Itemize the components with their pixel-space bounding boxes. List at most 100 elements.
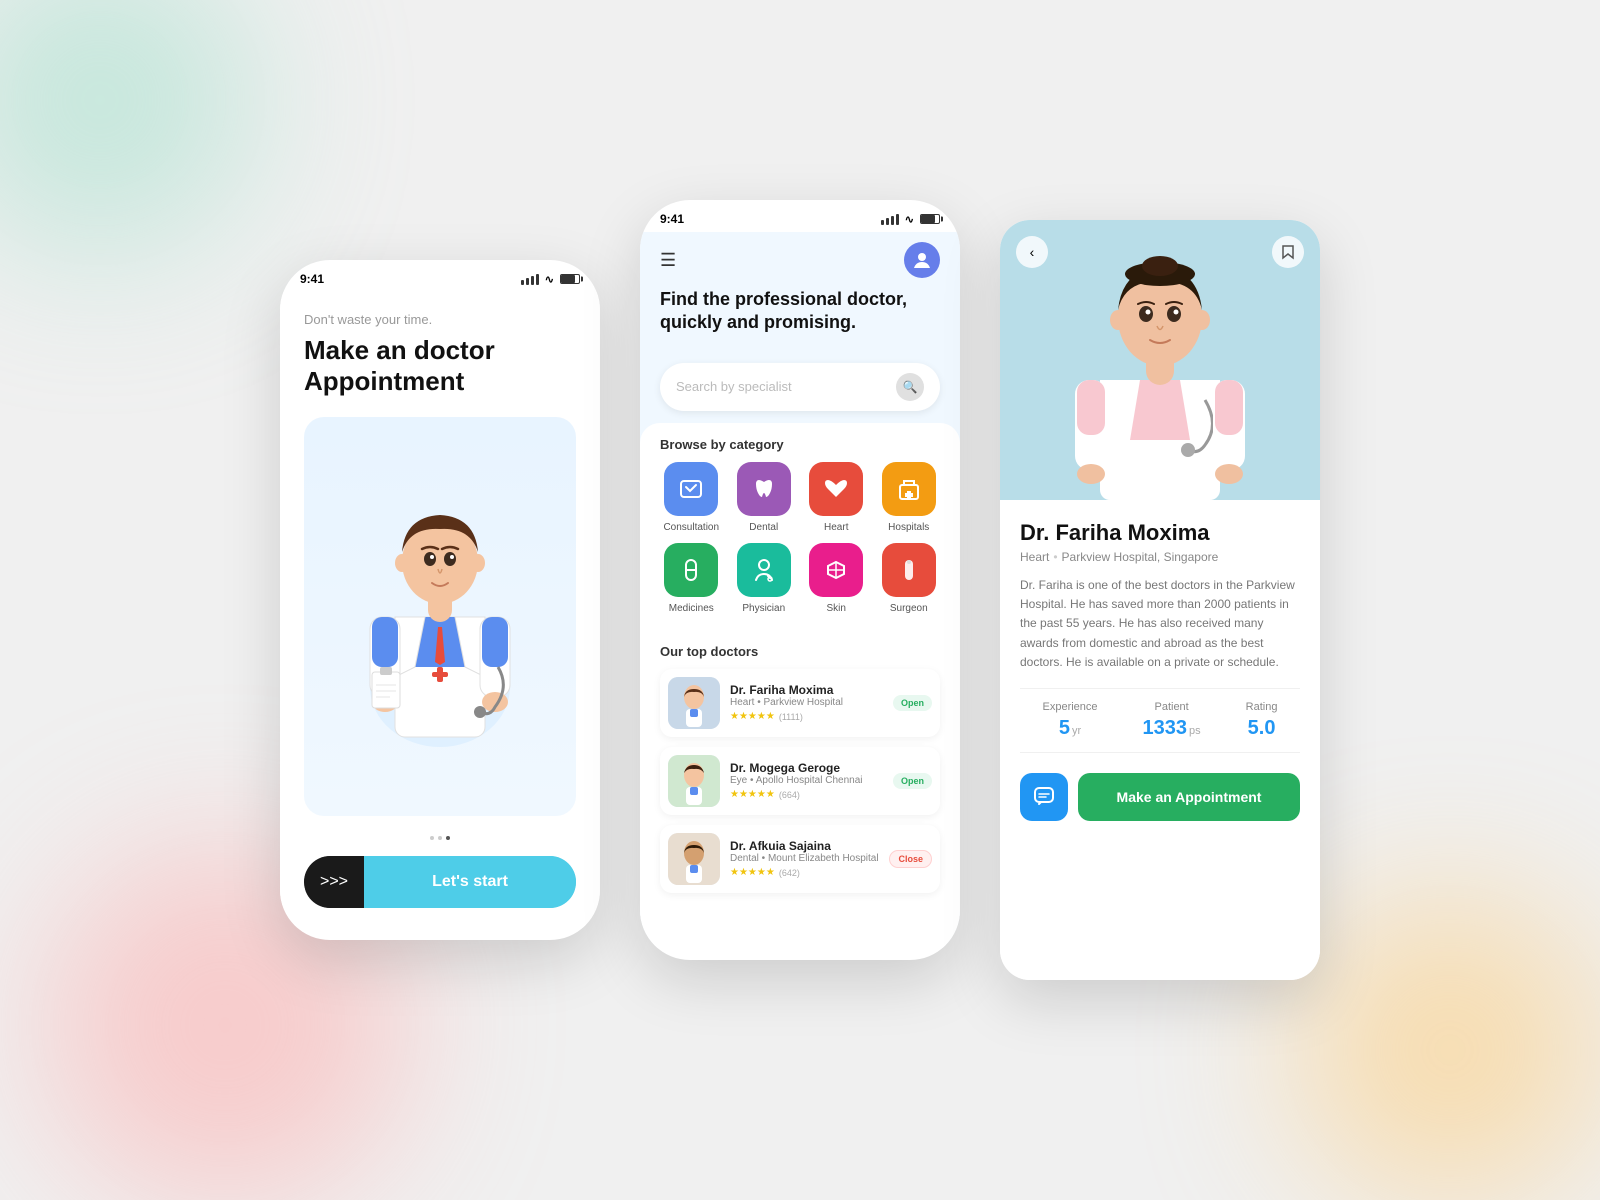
bookmark-icon [1281,244,1295,260]
heart-label: Heart [824,522,848,533]
stats-row: Experience 5 yr Patient 1333 ps [1020,688,1300,753]
doctors-list: Dr. Fariha Moxima Heart • Parkview Hospi… [660,669,940,909]
dr-hospital: Parkview Hospital, Singapore [1062,550,1219,564]
category-physician[interactable]: Physician [733,543,796,614]
skin-label: Skin [827,603,846,614]
category-skin[interactable]: Skin [805,543,868,614]
category-hospitals[interactable]: Hospitals [878,462,941,533]
skin-icon-box [809,543,863,597]
stat-label-experience: Experience [1043,701,1098,713]
doctor-spec-3: Dental • Mount Elizabeth Hospital [730,853,879,864]
stat-value-patient: 1333 ps [1143,717,1201,740]
doctor-avatar-1 [668,677,720,729]
doctor-card-2[interactable]: Dr. Mogega Geroge Eye • Apollo Hospital … [660,747,940,815]
doctor-svg [350,487,530,747]
category-dental[interactable]: Dental [733,462,796,533]
medicines-label: Medicines [669,603,714,614]
doctor-name-1: Dr. Fariha Moxima [730,683,883,697]
screen1-title: Make an doctor Appointment [304,335,576,397]
stat-value-experience: 5 yr [1059,717,1081,740]
consultation-icon-box [664,462,718,516]
dr-specialty: Heart [1020,550,1049,564]
doctor-spec-1: Heart • Parkview Hospital [730,697,883,708]
battery-fill-2 [921,215,935,223]
doctor-info-3: Dr. Afkuia Sajaina Dental • Mount Elizab… [730,839,879,878]
rating-value: 5.0 [1248,717,1276,740]
make-appointment-button[interactable]: Make an Appointment [1078,773,1300,821]
surgeon-icon [895,556,923,584]
dot-2 [438,836,442,840]
user-avatar[interactable] [904,242,940,278]
dental-icon-box [737,462,791,516]
btn-arrow-icon: >>> [304,856,364,908]
stat-experience: Experience 5 yr [1043,701,1098,740]
doctor-card-3[interactable]: Dr. Afkuia Sajaina Dental • Mount Elizab… [660,825,940,893]
back-icon: ‹ [1030,244,1035,260]
chat-button[interactable] [1020,773,1068,821]
stat-label-patient: Patient [1154,701,1188,713]
dot-1 [430,836,434,840]
stat-rating: Rating 5.0 [1246,701,1278,740]
category-heart[interactable]: Heart [805,462,868,533]
signal-bar-3 [531,276,534,285]
doctor-info-2: Dr. Mogega Geroge Eye • Apollo Hospital … [730,761,883,800]
screen3-content: ‹ [1000,220,1320,980]
doctor-rating-2: ★★★★★ (664) [730,789,883,800]
category-surgeon[interactable]: Surgeon [878,543,941,614]
dots-indicator [304,836,576,840]
doctor-name-3: Dr. Afkuia Sajaina [730,839,879,853]
phone-screen-3: ‹ [1000,220,1320,980]
dental-icon [750,475,778,503]
wifi-icon-1: ∿ [545,273,554,286]
time-2: 9:41 [660,212,684,226]
lets-start-button[interactable]: >>> Let's start [304,856,576,908]
battery-icon-1 [560,274,580,284]
exp-value: 5 [1059,717,1070,740]
rating-count-3: (642) [779,868,800,878]
btn-text: Let's start [364,856,576,908]
photo-nav: ‹ [1000,220,1320,284]
phone-screen-2: 9:41 ∿ ☰ [640,200,960,960]
doctor-spec-2: Eye • Apollo Hospital Chennai [730,775,883,786]
screen1-content: Don't waste your time. Make an doctor Ap… [280,292,600,928]
doctor-avatar-svg-2 [668,755,720,807]
hamburger-menu[interactable]: ☰ [660,250,676,271]
dot-separator: • [1053,550,1057,564]
doctor-avatar-svg-3 [668,833,720,885]
hospitals-icon [895,475,923,503]
doctor-rating-3: ★★★★★ (642) [730,867,879,878]
dr-bio: Dr. Fariha is one of the best doctors in… [1020,576,1300,672]
status-bar-2: 9:41 ∿ [640,200,960,232]
search-bar[interactable]: Search by specialist 🔍 [660,363,940,411]
rating-count-2: (664) [779,790,800,800]
dot-3 [446,836,450,840]
chat-icon [1033,786,1055,808]
medicines-icon-box [664,543,718,597]
category-grid: Consultation Dental [660,462,940,614]
stat-value-rating: 5.0 [1248,717,1276,740]
back-button[interactable]: ‹ [1016,236,1048,268]
time-1: 9:41 [300,272,324,286]
hospitals-icon-box [882,462,936,516]
s-bar-3 [891,216,894,225]
bookmark-button[interactable] [1272,236,1304,268]
status-icons-1: ∿ [521,273,580,286]
category-medicines[interactable]: Medicines [660,543,723,614]
doctor-rating-1: ★★★★★ (1111) [730,711,883,722]
stars-1: ★★★★★ [730,711,775,722]
status-bar-1: 9:41 ∿ [280,260,600,292]
action-row: Make an Appointment [1020,773,1300,821]
skin-icon [822,556,850,584]
medicines-icon [677,556,705,584]
status-icons-2: ∿ [881,213,940,226]
screens-container: 9:41 ∿ Don't waste your time. Make an do… [0,0,1600,1200]
doctor-avatar-3 [668,833,720,885]
doctor-card-1[interactable]: Dr. Fariha Moxima Heart • Parkview Hospi… [660,669,940,737]
s-bar-2 [886,218,889,225]
consultation-icon [677,475,705,503]
screen2-hero: Find the professional doctor, quickly an… [640,288,960,351]
category-consultation[interactable]: Consultation [660,462,723,533]
signal-bar-4 [536,274,539,285]
signal-bars-2 [881,214,899,225]
doctor-photo-header: ‹ [1000,220,1320,500]
